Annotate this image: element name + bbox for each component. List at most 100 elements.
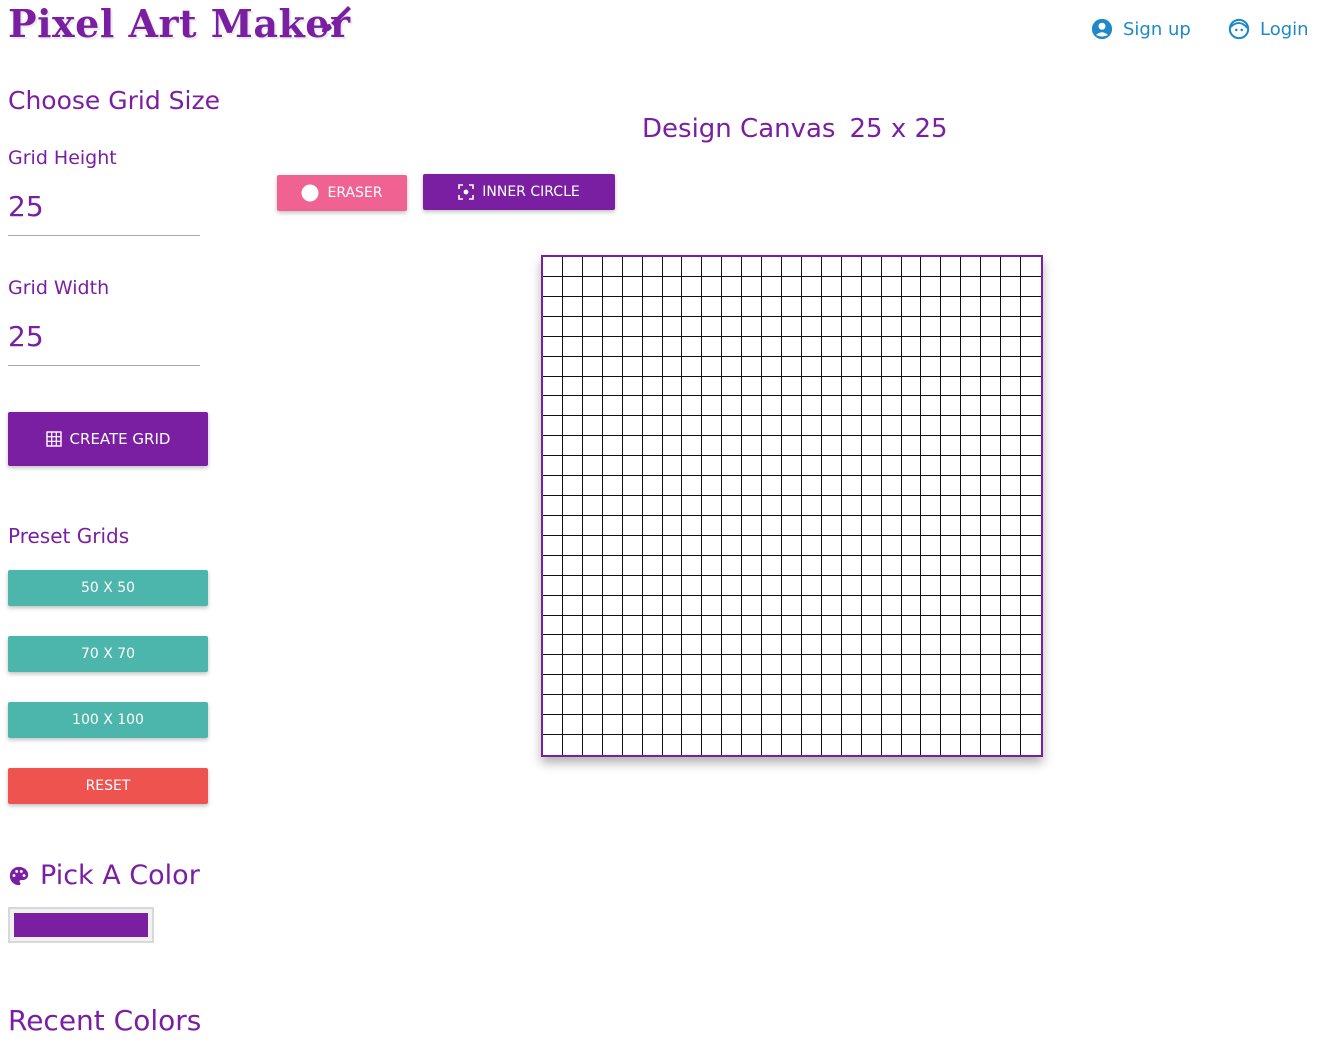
grid-cell[interactable]: [841, 276, 862, 297]
grid-cell[interactable]: [662, 655, 683, 676]
grid-cell[interactable]: [582, 496, 603, 516]
grid-cell[interactable]: [821, 456, 842, 477]
grid-cell[interactable]: [841, 336, 862, 357]
grid-cell[interactable]: [941, 276, 962, 297]
grid-cell[interactable]: [901, 695, 922, 716]
grid-cell[interactable]: [602, 476, 623, 497]
grid-cell[interactable]: [861, 316, 882, 337]
grid-cell[interactable]: [981, 456, 1002, 477]
grid-cell[interactable]: [802, 735, 822, 755]
grid-cell[interactable]: [742, 635, 763, 656]
grid-cell[interactable]: [762, 515, 783, 536]
grid-cell[interactable]: [961, 396, 982, 417]
grid-cell[interactable]: [662, 695, 683, 716]
grid-cell[interactable]: [702, 496, 723, 516]
grid-cell[interactable]: [702, 316, 723, 337]
grid-cell[interactable]: [562, 376, 583, 397]
grid-cell[interactable]: [582, 675, 603, 696]
grid-cell[interactable]: [801, 356, 822, 377]
grid-cell[interactable]: [762, 535, 783, 556]
grid-cell[interactable]: [622, 635, 643, 656]
grid-cell[interactable]: [562, 356, 583, 377]
grid-cell[interactable]: [881, 336, 902, 357]
grid-cell[interactable]: [801, 456, 822, 477]
grid-cell[interactable]: [841, 296, 862, 317]
grid-cell[interactable]: [822, 735, 842, 755]
grid-cell[interactable]: [602, 296, 623, 317]
grid-cell[interactable]: [702, 635, 723, 656]
grid-cell[interactable]: [762, 555, 783, 576]
grid-cell[interactable]: [881, 555, 902, 576]
grid-cell[interactable]: [821, 376, 842, 397]
grid-cell[interactable]: [543, 555, 563, 576]
grid-cell[interactable]: [543, 655, 563, 676]
grid-cell[interactable]: [602, 496, 623, 516]
grid-cell[interactable]: [801, 276, 822, 297]
grid-cell[interactable]: [1001, 336, 1022, 357]
grid-cell[interactable]: [742, 416, 763, 437]
grid-cell[interactable]: [782, 555, 802, 576]
grid-cell[interactable]: [801, 655, 822, 676]
grid-cell[interactable]: [582, 296, 603, 317]
grid-cell[interactable]: [742, 595, 763, 616]
grid-cell[interactable]: [722, 416, 743, 437]
grid-cell[interactable]: [682, 735, 703, 755]
grid-cell[interactable]: [762, 456, 783, 477]
grid-cell[interactable]: [543, 535, 563, 556]
grid-cell[interactable]: [841, 695, 862, 716]
grid-cell[interactable]: [801, 496, 822, 516]
grid-cell[interactable]: [562, 595, 583, 616]
grid-cell[interactable]: [801, 476, 822, 497]
grid-cell[interactable]: [562, 575, 583, 596]
grid-cell[interactable]: [782, 316, 802, 337]
grid-cell[interactable]: [801, 635, 822, 656]
grid-cell[interactable]: [881, 715, 902, 736]
grid-cell[interactable]: [582, 316, 603, 337]
grid-cell[interactable]: [762, 635, 783, 656]
grid-cell[interactable]: [901, 655, 922, 676]
grid-cell[interactable]: [682, 276, 703, 297]
grid-cell[interactable]: [622, 615, 643, 636]
grid-cell[interactable]: [1001, 635, 1022, 656]
grid-cell[interactable]: [801, 376, 822, 397]
grid-cell[interactable]: [821, 276, 842, 297]
grid-cell[interactable]: [702, 376, 723, 397]
grid-cell[interactable]: [961, 376, 982, 397]
grid-cell[interactable]: [782, 675, 802, 696]
grid-cell[interactable]: [762, 655, 783, 676]
grid-cell[interactable]: [1001, 456, 1022, 477]
grid-cell[interactable]: [821, 416, 842, 437]
grid-cell[interactable]: [861, 456, 882, 477]
grid-cell[interactable]: [543, 456, 563, 477]
grid-cell[interactable]: [562, 655, 583, 676]
grid-cell[interactable]: [622, 296, 643, 317]
grid-cell[interactable]: [742, 296, 763, 317]
grid-cell[interactable]: [981, 555, 1002, 576]
grid-cell[interactable]: [921, 456, 942, 477]
grid-cell[interactable]: [702, 336, 723, 357]
grid-cell[interactable]: [821, 296, 842, 317]
grid-cell[interactable]: [1021, 616, 1041, 636]
grid-cell[interactable]: [642, 336, 663, 357]
grid-cell[interactable]: [722, 675, 743, 696]
grid-cell[interactable]: [861, 515, 882, 536]
grid-cell[interactable]: [742, 555, 763, 576]
grid-cell[interactable]: [981, 476, 1002, 497]
grid-cell[interactable]: [762, 715, 783, 736]
grid-cell[interactable]: [762, 356, 783, 377]
grid-cell[interactable]: [642, 396, 663, 417]
grid-cell[interactable]: [562, 416, 583, 437]
grid-cell[interactable]: [921, 376, 942, 397]
grid-cell[interactable]: [861, 336, 882, 357]
grid-cell[interactable]: [901, 615, 922, 636]
grid-cell[interactable]: [762, 416, 783, 437]
grid-cell[interactable]: [821, 257, 842, 277]
grid-cell[interactable]: [602, 456, 623, 477]
grid-cell[interactable]: [881, 396, 902, 417]
grid-cell[interactable]: [801, 535, 822, 556]
grid-cell[interactable]: [782, 715, 802, 736]
grid-cell[interactable]: [722, 735, 743, 755]
grid-cell[interactable]: [602, 655, 623, 676]
grid-cell[interactable]: [642, 496, 663, 516]
grid-cell[interactable]: [702, 416, 723, 437]
